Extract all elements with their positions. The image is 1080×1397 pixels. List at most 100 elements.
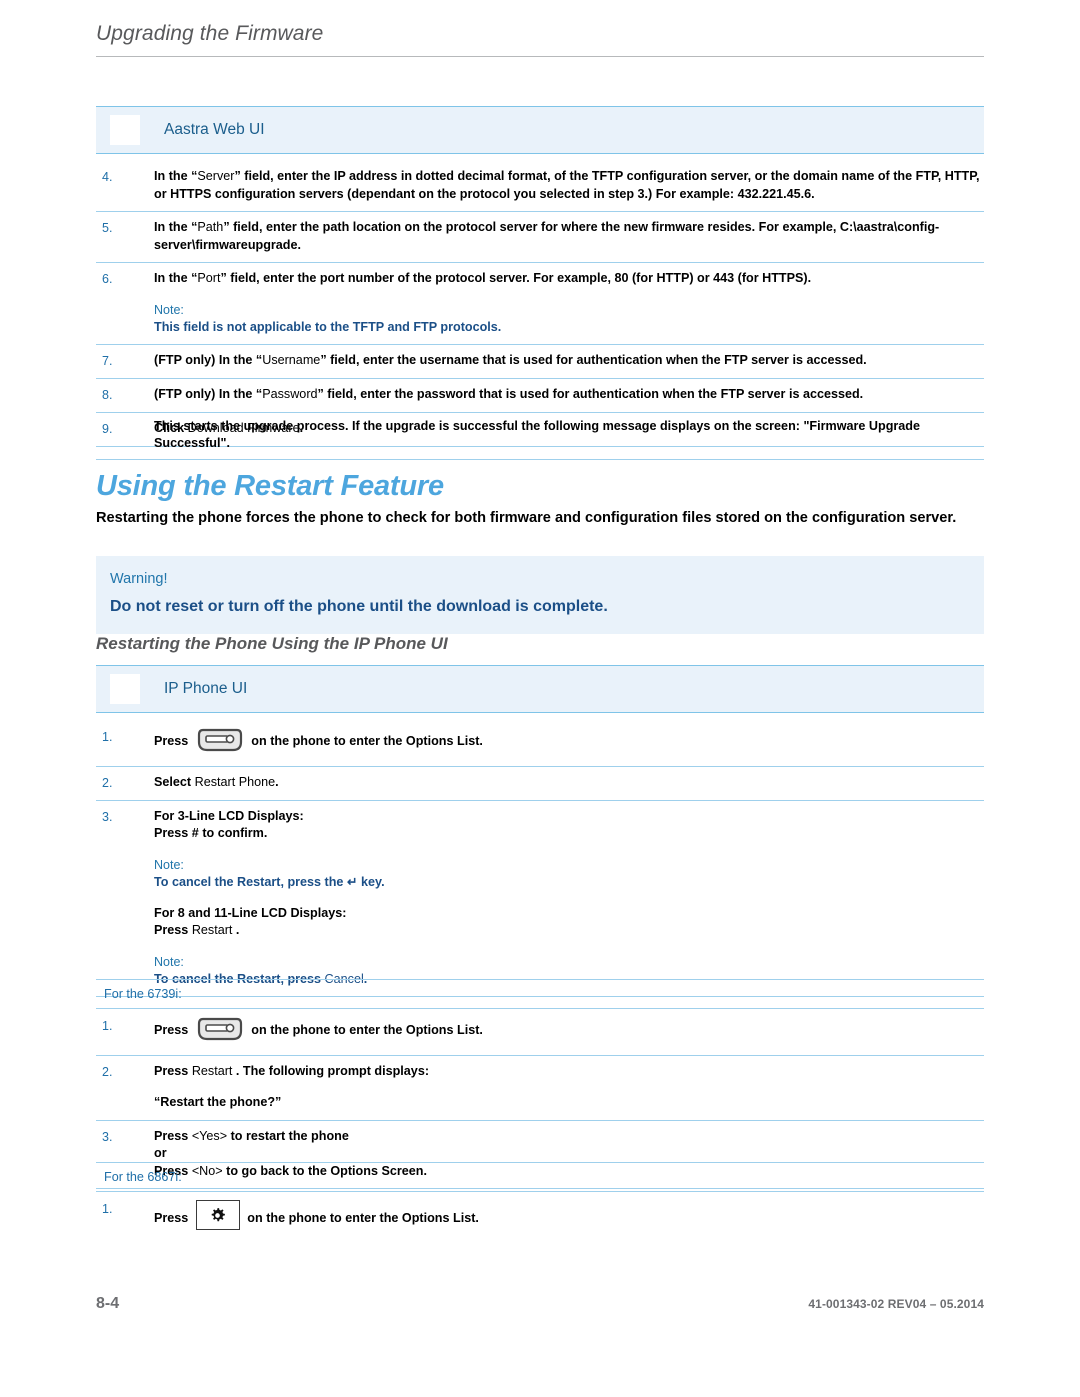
phone-ui-step-3-restart-literal: Restart [191,923,233,937]
phone-ui-step-1-post: on the phone to enter the Options List. [247,734,483,748]
model-6739i-step-2-row: 2. Press Restart . The following prompt d… [96,1056,984,1121]
model-6739i-step-2-number: 2. [102,1064,113,1079]
model-6739i-step-3-tail-1: to restart the phone [227,1128,349,1143]
aastra-web-ui-label: Aastra Web UI [164,121,265,138]
web-ui-step-2-row: 5. In the “Path” field, enter the path lo… [96,212,984,263]
web-ui-step-3-number: 6. [102,272,113,286]
web-ui-step-4-number: 7. [102,353,113,368]
web-ui-step-3-run-1: Port [197,271,221,285]
phone-ui-step-3-a-note-post: key. [357,874,385,889]
web-ui-step-1-body: In the “Server” field, enter the IP addr… [154,168,984,203]
document-id: 41-001343-02 REV04 – 05.2014 [808,1297,984,1311]
model-6739i-step-2-line-0: Press Restart . The following prompt dis… [154,1063,984,1081]
model-6867i-step-1-post: on the phone to enter the Options List. [243,1211,479,1225]
web-ui-step-2-number: 5. [102,221,113,235]
upgrade-result-text: This starts the upgrade process. If the … [154,419,920,450]
phone-ui-step-3-line-1: Press # to confirm. [154,826,268,840]
phone-ui-step-3-row: 3. For 3-Line LCD Displays: Press # to con… [96,801,984,997]
model-6867i-step-1-row: 1. Press on the phone to enter the Option… [96,1193,984,1238]
web-ui-step-3-note: Note: This field is not applicable to the… [154,302,984,336]
running-header: Upgrading the Firmware [96,22,984,57]
model-6739i-step-2-tail: . The following prompt displays: [232,1063,430,1078]
phone-ui-step-1-pre: Press [154,734,192,748]
model-6739i-step-2-prompt-text: “Restart the phone?” [154,1095,282,1109]
model-6867i-step-1-number: 1. [102,1202,113,1216]
return-key-icon: ↵ [346,874,358,889]
model-6739i-step-1-number: 1. [102,1019,113,1033]
model-6739i-step-2-body: Press Restart . The following prompt dis… [154,1063,984,1112]
phone-ui-step-3-line-0: For 3-Line LCD Displays: [154,808,304,823]
web-ui-step-5-row: 8. (FTP only) In the “Password” field, en… [96,379,984,413]
model-6739i-step-3-press-1: Press [154,1128,192,1143]
document-page: Upgrading the Firmware Aastra Web UI 4. I… [0,0,1080,1397]
aastra-web-ui-banner: Aastra Web UI [96,106,984,154]
phone-ui-step-1-body: Press on the phone to enter the Options … [154,728,984,758]
phone-ui-step-1-row: 1. Press on the phone to enter the Option… [96,721,984,767]
options-key-icon [197,728,243,758]
phone-ui-step-3-a-note: Note: To cancel the Restart, press the ↵ … [154,857,984,891]
web-ui-step-4-row: 7. (FTP only) In the “Username” field, en… [96,345,984,379]
result-spacer [96,418,154,452]
web-ui-step-2-body: In the “Path” field, enter the path loca… [154,219,984,254]
restart-subheading: Restarting the Phone Using the IP Phone … [96,634,448,653]
model-6739i-step-3-yes-literal: <Yes> [191,1128,228,1143]
model-6739i-step-1-pre: Press [154,1023,192,1037]
model-6739i-step-1-post: on the phone to enter the Options List. [247,1023,483,1037]
phone-ui-step-2-number: 2. [102,775,113,790]
web-ui-step-3-note-text: This field is not applicable to the TFTP… [154,319,502,334]
phone-ui-step-3-number: 3. [102,809,113,824]
model-6739i-step-1-body: Press on the phone to enter the Options … [154,1017,984,1047]
model-6739i-step-2-spacer [154,1080,984,1094]
model-6867i-step-1-pre: Press [154,1211,192,1225]
header-divider [96,56,984,57]
model-6739i-step-3-line-yes: Press <Yes> to restart the phone [154,1128,984,1146]
phone-ui-step-2-body: Select Restart Phone. [154,774,984,792]
phone-ui-step-3-a-note-text: To cancel the Restart, press the ↵ key. [154,874,984,891]
web-ui-step-3-row: 6. In the “Port” field, enter the port nu… [96,263,984,345]
web-ui-step-1-run-1: Server [197,169,235,183]
phone-ui-step-3-a-note-pre: To cancel the Restart, press the [154,874,347,889]
web-ui-step-3-run-2: ” field, enter the port number of the pr… [220,271,812,285]
web-ui-step-1-run-0: In the “ [154,169,198,183]
phone-ui-step-3-body: For 3-Line LCD Displays: Press # to confi… [154,808,984,988]
web-ui-step-4-body: (FTP only) In the “Username” field, ente… [154,352,984,370]
web-ui-step-3-run-0: In the “ [154,271,198,285]
web-ui-step-5-body: (FTP only) In the “Password” field, ente… [154,386,984,404]
page-footer: 8-4 41-001343-02 REV04 – 05.2014 [96,1295,984,1313]
phone-ui-step-3-press-label: Press [154,923,192,937]
phone-ui-step-2-run-2: . [275,774,279,789]
web-ui-step-3-note-label: Note: [154,302,184,317]
phone-ui-step-3-press-tail: . [232,923,240,937]
web-ui-step-1-number: 4. [102,170,113,184]
phone-ui-step-3-b-note-label: Note: [154,954,184,969]
web-ui-step-2-run-1: Path [197,220,224,234]
model-6867i-step-1-body: Press on the phone to enter the Options … [154,1200,984,1230]
ip-phone-ui-step-list: 1. Press on the phone to enter the Option… [96,721,984,997]
web-ui-step-2-run-0: In the “ [154,220,198,234]
model-6739i-step-3-or: or [154,1146,167,1160]
phone-ui-step-2-run-0: Select [154,774,195,789]
phone-ui-step-2-row: 2. Select Restart Phone. [96,767,984,801]
options-key-icon [197,1017,243,1047]
ip-phone-ui-banner: IP Phone UI [96,665,984,713]
web-ui-step-5-run-0: (FTP only) In the “ [154,386,263,401]
running-header-title: Upgrading the Firmware [96,22,324,45]
ip-phone-ui-label: IP Phone UI [164,680,248,697]
model-6867i-step-list: 1. Press on the phone to enter the Option… [96,1193,984,1238]
warning-label: Warning! [110,571,168,587]
warning-text: Do not reset or turn off the phone until… [110,598,608,615]
web-ui-step-1-run-2: ” field, enter the IP address in dotted … [154,169,980,201]
web-ui-step-5-number: 8. [102,387,113,402]
restart-intro-text: Restarting the phone forces the phone to… [96,510,957,526]
web-ui-step-2-run-2: ” field, enter the path location on the … [154,220,940,252]
phone-ui-step-3-a-note-label: Note: [154,857,184,872]
model-6739i-step-2-press-label: Press [154,1063,192,1078]
phone-ui-step-2-run-1: Restart Phone [194,774,276,789]
warning-box: Warning! Do not reset or turn off the ph… [96,556,984,634]
page-title: Using the Restart Feature [96,470,444,502]
phone-ui-step-3-line2-0: For 8 and 11-Line LCD Displays: [154,905,347,920]
model-6739i-step-2-restart-literal: Restart [191,1063,233,1078]
page-number: 8-4 [96,1295,120,1312]
web-ui-step-4-run-2: ” field, enter the username that is used… [320,352,867,367]
model-6739i-banner: For the 6739i: [96,979,984,1009]
